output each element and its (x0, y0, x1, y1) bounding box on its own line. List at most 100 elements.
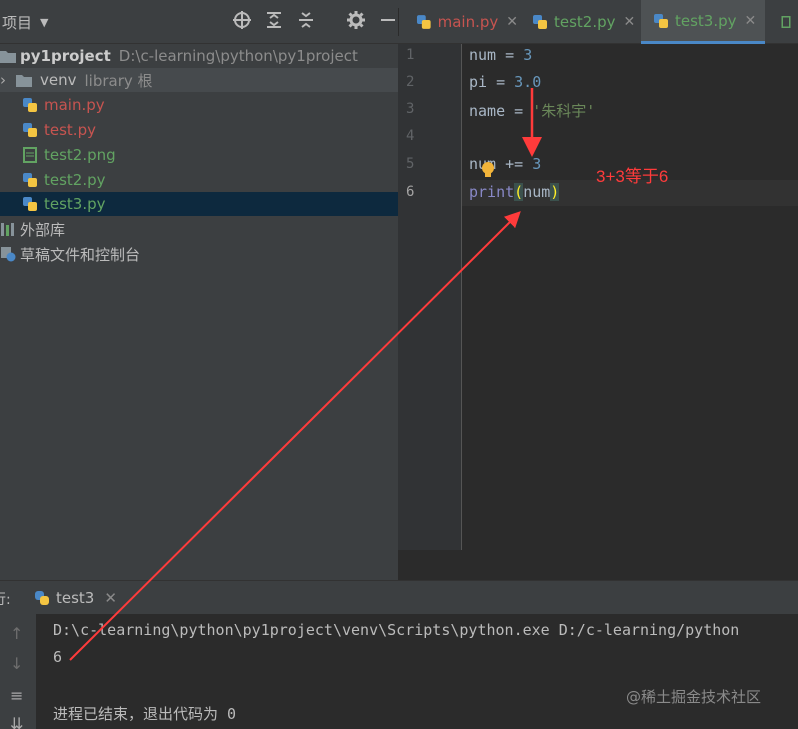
code-number: 3.0 (514, 73, 542, 91)
tree-item-label: test.py (44, 121, 96, 139)
tab-label: test2.py (554, 13, 616, 31)
python-file-icon (23, 173, 37, 187)
close-icon[interactable]: ✕ (506, 14, 518, 30)
tree-item-test2-py[interactable]: test2.py (0, 168, 398, 192)
code-number: 3 (532, 155, 542, 173)
python-file-icon (23, 123, 37, 137)
folder-icon (16, 75, 32, 87)
tree-item-label: test3.py (44, 195, 106, 213)
code-op: = (505, 102, 533, 120)
python-file-icon (416, 15, 431, 29)
code-op: = (487, 73, 515, 91)
image-file-icon (23, 147, 37, 163)
tree-item-label: 草稿文件和控制台 (20, 245, 141, 264)
gear-icon[interactable] (346, 10, 366, 30)
toolbar-divider (398, 8, 399, 36)
line-number: 2 (406, 74, 415, 90)
chevron-down-icon: ▼ (40, 16, 49, 29)
line-number: 5 (406, 156, 415, 172)
code-line-1[interactable]: num = 3 (469, 46, 532, 64)
code-var: num (469, 46, 497, 64)
console-side-toolbar: ↑ ↓ ≡ ⇊ (0, 614, 36, 729)
watermark-text: @稀土掘金技术社区 (626, 688, 762, 706)
chevron-right-icon: › (0, 71, 6, 89)
line-number-gutter: 1 2 3 4 5 6 (398, 44, 462, 550)
code-line-6[interactable]: print(num) (469, 183, 560, 201)
tree-item-scratches[interactable]: 草稿文件和控制台 (0, 242, 398, 266)
tree-item-label: 外部库 (20, 220, 66, 239)
line-number: 4 (406, 128, 415, 144)
arrow-up-icon[interactable]: ↑ (10, 624, 23, 643)
tree-root[interactable]: py1project D:\c-learning\python\py1proje… (0, 44, 398, 68)
hide-panel-icon[interactable] (378, 10, 398, 30)
soft-wrap-icon[interactable]: ≡ (10, 686, 23, 705)
expand-all-icon[interactable] (264, 10, 284, 30)
line-number: 1 (406, 47, 415, 63)
tree-item-test2-png[interactable]: test2.png (0, 143, 398, 167)
python-file-icon (533, 15, 547, 29)
code-var: pi (469, 73, 488, 91)
library-icon (1, 223, 14, 236)
run-toolbar: 运行: test3 ✕ (0, 580, 798, 614)
tree-item-main-py[interactable]: main.py (0, 93, 398, 117)
run-console[interactable]: ↑ ↓ ≡ ⇊ D:\c-learning\python\py1project\… (0, 614, 798, 729)
run-tab-test3[interactable]: test3 ✕ (28, 581, 123, 615)
code-number: 3 (523, 46, 533, 64)
console-output-line: 6 (53, 648, 63, 666)
folder-icon (0, 51, 16, 63)
tab-label: test3.py (675, 11, 737, 30)
file-icon (781, 16, 791, 28)
tab-test3-py[interactable]: test3.py ✕ (641, 0, 765, 44)
code-op: += (496, 155, 533, 173)
locate-target-icon[interactable] (232, 10, 252, 30)
code-editor[interactable]: 1 2 3 4 5 6 num = 3 pi = 3.0 name = '朱科宇… (398, 44, 798, 580)
top-toolbar: 项目 ▼ main.py ✕ test2.py ✕ test3.py ✕ (0, 0, 798, 44)
console-exit-message: 进程已结束，退出代码为 0 (53, 705, 237, 723)
tab-test2-py[interactable]: test2.py ✕ (520, 0, 638, 44)
code-op: = (496, 46, 524, 64)
tree-item-label: venv (40, 71, 77, 89)
library-root-note: library 根 (84, 71, 153, 90)
close-icon[interactable]: ✕ (624, 14, 636, 30)
code-line-3[interactable]: name = '朱科宇' (469, 100, 595, 121)
project-view-dropdown[interactable]: 项目 ▼ (2, 12, 48, 33)
tree-item-test3-py[interactable]: test3.py (0, 192, 398, 216)
tree-item-label: test2.png (44, 146, 116, 164)
tree-item-external-libraries[interactable]: 外部库 (0, 217, 398, 241)
run-tab-label: test3 (56, 589, 95, 607)
project-panel: py1project D:\c-learning\python\py1proje… (0, 44, 398, 580)
run-label: 运行: (0, 592, 11, 608)
console-command-line: D:\c-learning\python\py1project\venv\Scr… (53, 621, 740, 639)
tab-label: main.py (437, 13, 499, 31)
code-string: '朱科宇' (532, 102, 596, 120)
code-paren: ) (550, 183, 560, 201)
project-tool-icons (232, 10, 398, 30)
tab-overflow[interactable] (768, 0, 798, 44)
project-name: py1project (20, 47, 111, 65)
python-file-icon (23, 98, 37, 112)
scratches-icon (1, 247, 16, 262)
close-icon[interactable]: ✕ (745, 13, 757, 29)
line-number: 3 (406, 101, 415, 117)
python-file-icon (654, 13, 668, 28)
collapse-all-icon[interactable] (296, 10, 316, 30)
scroll-to-end-icon[interactable]: ⇊ (10, 714, 23, 729)
tree-item-venv[interactable]: › venv library 根 (0, 68, 398, 92)
tab-main-py[interactable]: main.py ✕ (404, 0, 518, 44)
tree-item-test-py[interactable]: test.py (0, 118, 398, 142)
tree-item-label: test2.py (44, 171, 106, 189)
code-builtin: print (469, 183, 515, 201)
project-path: D:\c-learning\python\py1project (118, 47, 358, 65)
python-file-icon (23, 197, 37, 211)
line-number: 6 (406, 184, 415, 200)
arrow-down-icon[interactable]: ↓ (10, 654, 23, 673)
project-view-label: 项目 (2, 14, 33, 32)
code-paren: ( (514, 183, 524, 201)
code-line-2[interactable]: pi = 3.0 (469, 73, 541, 91)
close-icon[interactable]: ✕ (104, 589, 117, 607)
code-var: name (469, 102, 506, 120)
annotation-text: 3+3等于6 (596, 167, 669, 186)
lightbulb-icon[interactable] (480, 161, 496, 179)
python-icon (35, 591, 49, 605)
tree-item-label: main.py (44, 96, 105, 114)
